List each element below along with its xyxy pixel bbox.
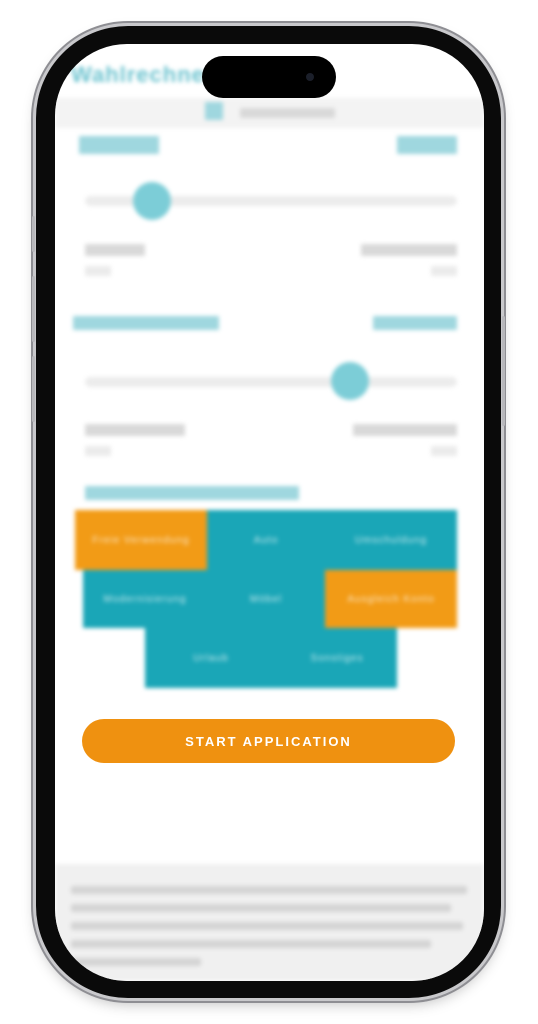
amount-min-sub bbox=[85, 266, 111, 276]
app-icon bbox=[205, 102, 223, 120]
term-max-label bbox=[353, 424, 457, 436]
amount-label bbox=[79, 136, 159, 154]
purpose-option-1[interactable]: Auto bbox=[207, 510, 325, 570]
power-button bbox=[502, 316, 505, 426]
purpose-option-label: Urlaub bbox=[193, 652, 229, 664]
amount-max-label bbox=[361, 244, 457, 256]
phone-screen: Wahlrechner Freie Verwendung Auto Umschu… bbox=[55, 44, 484, 981]
purpose-option-0[interactable]: Freie Verwendung bbox=[75, 510, 207, 570]
purpose-option-5[interactable]: Ausgleich Konto bbox=[325, 570, 457, 628]
volume-down-button bbox=[32, 356, 35, 422]
term-min-sub bbox=[85, 446, 111, 456]
amount-min-label bbox=[85, 244, 145, 256]
purpose-option-2[interactable]: Umschuldung bbox=[325, 510, 457, 570]
purpose-option-label: Möbel bbox=[249, 593, 283, 605]
dynamic-island bbox=[202, 56, 336, 98]
purpose-option-label: Sonstiges bbox=[310, 652, 364, 664]
term-slider-handle[interactable] bbox=[331, 362, 369, 400]
purpose-option-label: Umschuldung bbox=[354, 534, 428, 546]
purpose-option-7[interactable]: Sonstiges bbox=[277, 628, 397, 688]
term-label bbox=[73, 316, 219, 330]
purpose-option-label: Modernisierung bbox=[103, 593, 187, 605]
purpose-label bbox=[85, 486, 299, 500]
term-max-sub bbox=[431, 446, 457, 456]
volume-up-button bbox=[32, 276, 35, 342]
purpose-option-label: Ausgleich Konto bbox=[347, 593, 435, 605]
purpose-option-6[interactable]: Urlaub bbox=[145, 628, 277, 688]
amount-value bbox=[397, 136, 457, 154]
term-min-label bbox=[85, 424, 185, 436]
purpose-option-label: Freie Verwendung bbox=[92, 534, 190, 546]
mute-switch bbox=[32, 216, 35, 252]
footer-line bbox=[71, 922, 463, 930]
footer-line bbox=[71, 886, 467, 894]
camera-icon bbox=[306, 73, 314, 81]
footer-line bbox=[71, 940, 431, 948]
amount-max-sub bbox=[431, 266, 457, 276]
footer-line bbox=[71, 958, 201, 966]
purpose-option-4[interactable]: Möbel bbox=[207, 570, 325, 628]
term-slider-track[interactable] bbox=[85, 377, 457, 387]
purpose-option-3[interactable]: Modernisierung bbox=[83, 570, 207, 628]
term-value bbox=[373, 316, 457, 330]
purpose-option-label: Auto bbox=[253, 534, 279, 546]
logo: Wahlrechner bbox=[71, 62, 215, 87]
amount-slider-handle[interactable] bbox=[133, 182, 171, 220]
footer-line bbox=[71, 904, 451, 912]
footer bbox=[55, 864, 484, 981]
header-subtitle bbox=[240, 108, 335, 118]
start-application-button[interactable]: START APPLICATION bbox=[82, 719, 455, 763]
